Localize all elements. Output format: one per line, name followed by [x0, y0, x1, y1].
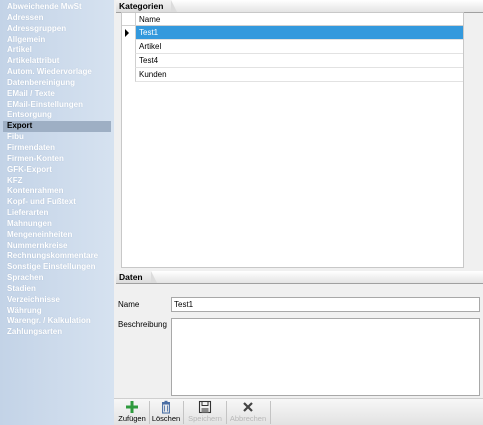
save-label: Speichern [188, 414, 222, 423]
sidebar-item-sprachen[interactable]: Sprachen [0, 273, 114, 284]
grid-header: Name [122, 13, 463, 26]
table-row[interactable]: Kunden [122, 68, 463, 82]
name-label: Name [118, 300, 140, 309]
kategorien-title: Kategorien [116, 0, 178, 12]
table-row[interactable]: Test1 [122, 26, 463, 40]
sidebar-item-verzeichnisse[interactable]: Verzeichnisse [0, 295, 114, 306]
sidebar-item-allgemein[interactable]: Allgemein [0, 35, 114, 46]
sidebar-item-gfk-export[interactable]: GFK-Export [0, 165, 114, 176]
bottom-toolbar: Zufügen Löschen Speichern Abbrechen [114, 398, 483, 425]
sidebar-item-waehrung[interactable]: Währung [0, 306, 114, 317]
sidebar-item-mahnungen[interactable]: Mahnungen [0, 219, 114, 230]
table-cell-name[interactable]: Artikel [135, 40, 463, 54]
sidebar-item-entsorgung[interactable]: Entsorgung [0, 110, 114, 121]
add-button[interactable]: Zufügen [116, 399, 148, 425]
kategorien-grid[interactable]: Name Test1 Artikel Test4 Kunden [121, 12, 464, 268]
save-button[interactable]: Speichern [186, 399, 224, 425]
floppy-disk-icon [186, 400, 224, 414]
delete-label: Löschen [151, 414, 181, 423]
cancel-button[interactable]: Abbrechen [228, 399, 268, 425]
name-field[interactable] [171, 297, 480, 312]
trash-icon [150, 400, 182, 414]
table-cell-name[interactable]: Test4 [135, 54, 463, 68]
sidebar-item-warengr-kalkulation[interactable]: Warengr. / Kalkulation [0, 316, 114, 327]
sidebar-item-kontenrahmen[interactable]: Kontenrahmen [0, 186, 114, 197]
description-label: Beschreibung [118, 320, 167, 329]
sidebar-item-artikel[interactable]: Artikel [0, 45, 114, 56]
row-indicator [122, 26, 135, 40]
row-indicator [122, 68, 135, 82]
table-cell-name[interactable]: Kunden [135, 68, 463, 82]
row-indicator [122, 40, 135, 54]
sidebar-item-email-texte[interactable]: EMail / Texte [0, 89, 114, 100]
sidebar-item-firmendaten[interactable]: Firmendaten [0, 143, 114, 154]
table-row[interactable]: Test4 [122, 54, 463, 68]
toolbar-separator [183, 401, 184, 424]
sidebar-item-datenbereinigung[interactable]: Datenbereinigung [0, 78, 114, 89]
table-cell-name[interactable]: Test1 [135, 26, 463, 40]
sidebar-item-firmen-konten[interactable]: Firmen-Konten [0, 154, 114, 165]
sidebar-item-adressgruppen[interactable]: Adressgruppen [0, 24, 114, 35]
column-header-name[interactable]: Name [135, 13, 463, 26]
sidebar-item-fibu[interactable]: Fibu [0, 132, 114, 143]
toolbar-separator [226, 401, 227, 424]
sidebar-item-artikelattribut[interactable]: Artikelattribut [0, 56, 114, 67]
daten-title: Daten [116, 271, 157, 283]
row-indicator [122, 54, 135, 68]
sidebar-item-lieferarten[interactable]: Lieferarten [0, 208, 114, 219]
sidebar-item-mengeneinheiten[interactable]: Mengeneinheiten [0, 230, 114, 241]
sidebar-item-email-einstellungen[interactable]: EMail-Einstellungen [0, 100, 114, 111]
sidebar-item-zahlungsarten[interactable]: Zahlungsarten [0, 327, 114, 338]
sidebar-item-kfz[interactable]: KFZ [0, 176, 114, 187]
sidebar-item-export[interactable]: Export [3, 121, 111, 133]
sidebar-item-adressen[interactable]: Adressen [0, 13, 114, 24]
cancel-label: Abbrechen [229, 414, 267, 423]
triangle-right-icon [125, 29, 129, 37]
sidebar-item-rechnungskommentare[interactable]: Rechnungskommentare [0, 251, 114, 262]
sidebar-item-stadien[interactable]: Stadien [0, 284, 114, 295]
description-field[interactable] [171, 318, 480, 396]
delete-button[interactable]: Löschen [150, 399, 182, 425]
sidebar-item-sonstige-einstellungen[interactable]: Sonstige Einstellungen [0, 262, 114, 273]
plus-icon [116, 400, 148, 414]
add-label: Zufügen [118, 414, 146, 423]
sidebar-item-autom-wiedervorlage[interactable]: Autom. Wiedervorlage [0, 67, 114, 78]
toolbar-separator [270, 401, 271, 424]
table-row[interactable]: Artikel [122, 40, 463, 54]
sidebar-item-abweichende-mwst[interactable]: Abweichende MwSt [0, 2, 114, 13]
cross-icon [228, 400, 268, 414]
sidebar-item-kopf-und-fusstext[interactable]: Kopf- und Fußtext [0, 197, 114, 208]
daten-header: Daten [116, 271, 483, 284]
settings-sidebar: Abweichende MwSt Adressen Adressgruppen … [0, 0, 114, 425]
sidebar-item-nummernkreise[interactable]: Nummernkreise [0, 241, 114, 252]
